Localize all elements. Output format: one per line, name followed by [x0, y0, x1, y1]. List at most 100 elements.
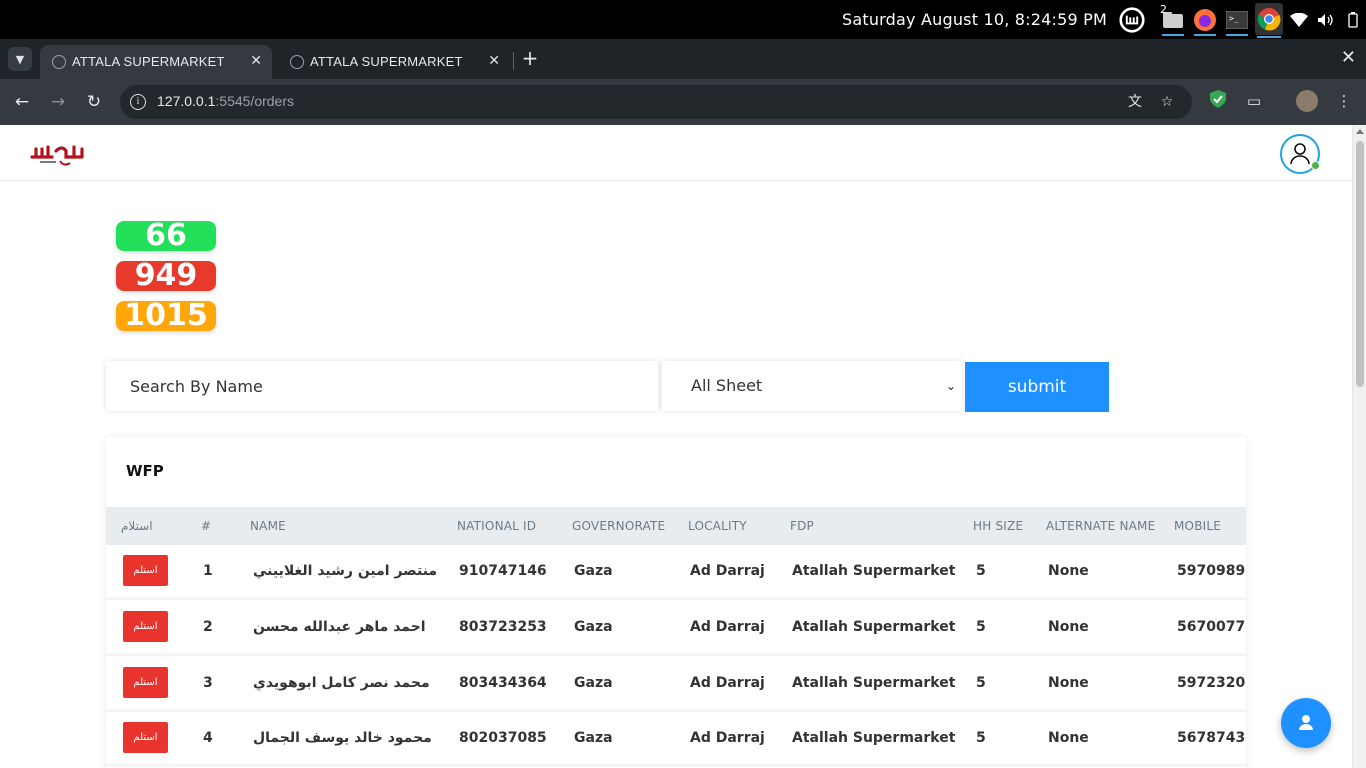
os-clock[interactable]: Saturday August 10, 8:24:59 PM	[842, 0, 1107, 39]
header-national-id: NATIONAL ID	[457, 519, 537, 533]
active-indicator	[1194, 34, 1216, 36]
tab-divider	[513, 52, 514, 70]
volume-icon[interactable]	[1312, 7, 1338, 33]
cell-number: 3	[203, 675, 213, 691]
table-header-row: استلام # NAME NATIONAL ID GOVERNORATE LO…	[106, 507, 1246, 545]
header-locality: LOCALITY	[688, 519, 747, 533]
receive-button[interactable]: استلم	[123, 667, 168, 698]
cell-name: احمد ماهر عبدالله محسن	[253, 619, 426, 635]
cell-number: 1	[203, 563, 213, 579]
page-scrollbar[interactable]	[1352, 125, 1366, 768]
header-number: #	[201, 519, 212, 533]
forward-arrow-icon[interactable]: →	[46, 90, 70, 114]
cell-governorate: Gaza	[574, 563, 613, 579]
cell-number: 2	[203, 619, 213, 635]
header-name: NAME	[250, 519, 286, 533]
close-tab-icon[interactable]: ✕	[250, 52, 262, 69]
back-arrow-icon[interactable]: ←	[10, 90, 34, 114]
tab-attala-supermarket-active[interactable]: ATTALA SUPERMARKET ✕	[40, 45, 272, 79]
cell-governorate: Gaza	[574, 619, 613, 635]
receive-button[interactable]: استلم	[123, 611, 168, 642]
firefox-icon[interactable]	[1192, 7, 1218, 36]
terminal-icon[interactable]: >_	[1224, 7, 1250, 36]
bookmark-star-icon[interactable]: ☆	[1158, 93, 1176, 111]
cell-fdp: Atallah Supermarket	[792, 730, 956, 746]
table-row: استلم 2 احمد ماهر عبدالله محسن 803723253…	[106, 601, 1246, 656]
user-profile-avatar[interactable]	[1280, 134, 1320, 174]
active-indicator	[1257, 36, 1281, 38]
kebab-menu-icon[interactable]: ⋮	[1333, 90, 1355, 112]
chrome-icon[interactable]	[1255, 3, 1283, 38]
close-tab-icon[interactable]: ✕	[488, 52, 500, 69]
tab-search-chevron-icon[interactable]: ▼	[8, 47, 32, 71]
cell-fdp: Atallah Supermarket	[792, 675, 956, 691]
receive-button[interactable]: استلم	[123, 555, 168, 586]
shield-extension-icon[interactable]	[1207, 90, 1229, 112]
header-fdp: FDP	[790, 519, 814, 533]
sheet-select-value: All Sheet	[691, 376, 763, 395]
site-info-icon[interactable]: i	[130, 94, 146, 110]
url-text[interactable]: 127.0.0.1:5545/orders	[157, 93, 294, 109]
header-alternate-name: ALTERNATE NAME	[1046, 519, 1156, 533]
table-row: استلم 3 محمد نصر كامل ابوهويدي 803434364…	[106, 657, 1246, 712]
counter-badge-total: 1015	[116, 301, 216, 331]
cell-locality: Ad Darraj	[690, 675, 765, 691]
wifi-icon[interactable]	[1286, 7, 1312, 33]
scroll-up-arrow-icon[interactable]	[1356, 129, 1364, 134]
cell-name: منتصر امين رشيد الغلاييني	[253, 563, 438, 579]
scrollbar-thumb[interactable]	[1356, 141, 1364, 387]
counter-badge-pending: 949	[116, 261, 216, 291]
attala-logo[interactable]	[30, 143, 88, 169]
wfp-table-card: WFP استلام # NAME NATIONAL ID GOVERNORAT…	[106, 437, 1246, 768]
submit-button[interactable]: submit	[965, 362, 1109, 412]
header-mobile: MOBILE	[1174, 519, 1222, 533]
cell-national-id: 802037085	[459, 730, 547, 746]
workspace-badge: 2	[1160, 3, 1167, 16]
online-status-dot	[1311, 161, 1320, 170]
cell-national-id: 803723253	[459, 619, 547, 635]
os-top-panel: Saturday August 10, 8:24:59 PM 2 >_	[0, 0, 1366, 39]
reload-icon[interactable]: ↻	[82, 90, 106, 114]
battery-icon[interactable]	[1340, 7, 1366, 33]
cell-national-id: 910747146	[459, 563, 547, 579]
cell-fdp: Atallah Supermarket	[792, 563, 956, 579]
files-icon[interactable]: 2	[1160, 3, 1186, 36]
search-by-name-input[interactable]	[106, 361, 658, 411]
globe-icon	[52, 55, 66, 69]
extensions-puzzle-icon[interactable]: ▭	[1243, 90, 1265, 112]
counter-badge-received: 66	[116, 221, 216, 251]
person-icon	[1299, 715, 1313, 730]
cell-mobile: 56700779	[1177, 619, 1246, 635]
cell-hh-size: 5	[976, 619, 986, 635]
table-row: استلم 1 منتصر امين رشيد الغلاييني 910747…	[106, 545, 1246, 600]
cell-name: محمد نصر كامل ابوهويدي	[253, 675, 430, 691]
translate-icon[interactable]: 文	[1126, 93, 1144, 111]
new-tab-plus-icon[interactable]: +	[518, 47, 542, 71]
header-receive: استلام	[121, 519, 153, 533]
table-title: WFP	[126, 462, 164, 480]
url-path: :5545/orders	[215, 93, 294, 109]
site-header	[0, 125, 1352, 181]
chat-support-button[interactable]	[1281, 698, 1331, 748]
cell-name: محمود خالد يوسف الجمال	[253, 730, 432, 746]
tab-attala-supermarket[interactable]: ATTALA SUPERMARKET ✕	[278, 45, 510, 79]
cell-fdp: Atallah Supermarket	[792, 619, 956, 635]
active-indicator	[1226, 34, 1248, 36]
mint-menu-icon[interactable]	[1119, 7, 1145, 33]
cell-hh-size: 5	[976, 675, 986, 691]
cell-alternate-name: None	[1048, 563, 1089, 579]
header-governorate: GOVERNORATE	[572, 519, 666, 533]
browser-tab-bar: ▼ ATTALA SUPERMARKET ✕ ATTALA SUPERMARKE…	[0, 39, 1366, 79]
profile-avatar-icon[interactable]	[1296, 90, 1318, 112]
browser-toolbar: ← → ↻ i 127.0.0.1:5545/orders 文 ☆ ▭ ⋮	[0, 79, 1366, 125]
table-row: استلم 4 محمود خالد يوسف الجمال 802037085…	[106, 712, 1246, 767]
window-close-icon[interactable]: ✕	[1341, 47, 1356, 68]
receive-button[interactable]: استلم	[123, 722, 168, 753]
cell-alternate-name: None	[1048, 675, 1089, 691]
cell-mobile: 56787434	[1177, 730, 1246, 746]
svg-text:>_: >_	[1229, 14, 1239, 23]
sheet-select[interactable]: All Sheet ⌄	[662, 361, 962, 411]
address-bar[interactable]: i 127.0.0.1:5545/orders 文 ☆	[120, 85, 1192, 119]
active-indicator	[1162, 34, 1184, 36]
cell-locality: Ad Darraj	[690, 730, 765, 746]
